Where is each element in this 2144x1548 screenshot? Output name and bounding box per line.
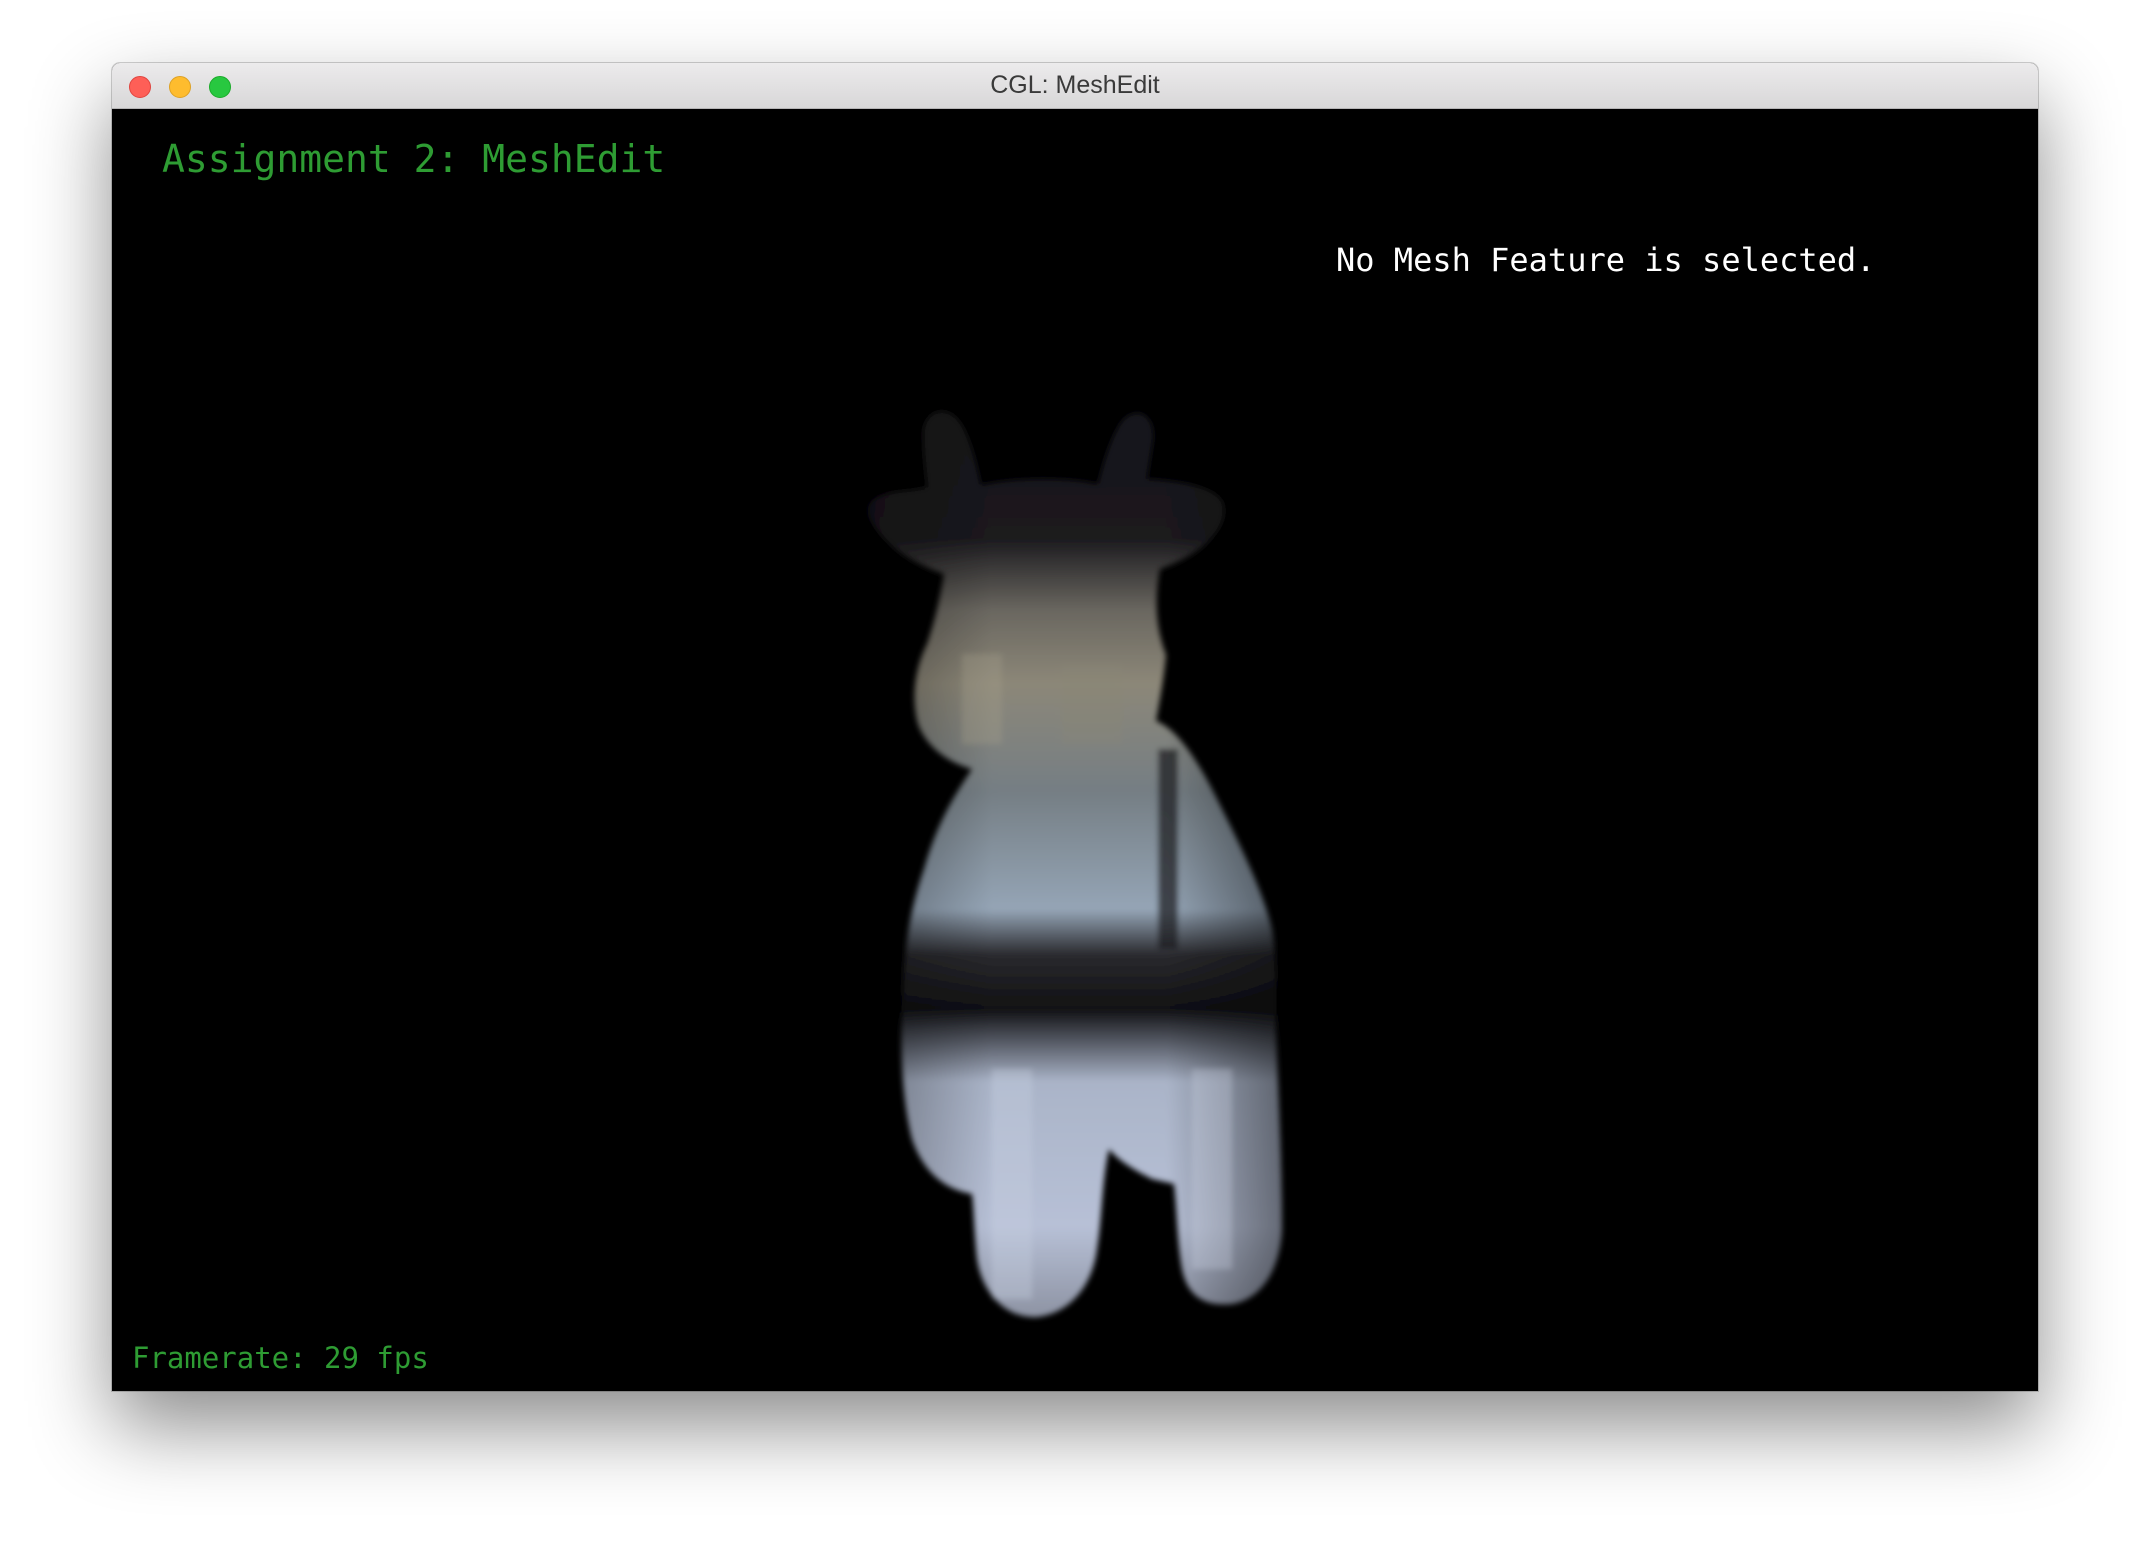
title-bar[interactable]: CGL: MeshEdit	[112, 63, 2038, 109]
gl-viewport[interactable]: Assignment 2: MeshEdit No Mesh Feature i…	[112, 109, 2038, 1391]
window-title: CGL: MeshEdit	[990, 71, 1160, 99]
framerate-readout: Framerate: 29 fps	[132, 1341, 429, 1375]
cow-mesh[interactable]	[112, 109, 2038, 1391]
selection-status: No Mesh Feature is selected.	[1336, 241, 1876, 279]
app-heading: Assignment 2: MeshEdit	[162, 137, 666, 181]
app-window: CGL: MeshEdit Assignment 2: MeshEdit No …	[112, 63, 2038, 1391]
